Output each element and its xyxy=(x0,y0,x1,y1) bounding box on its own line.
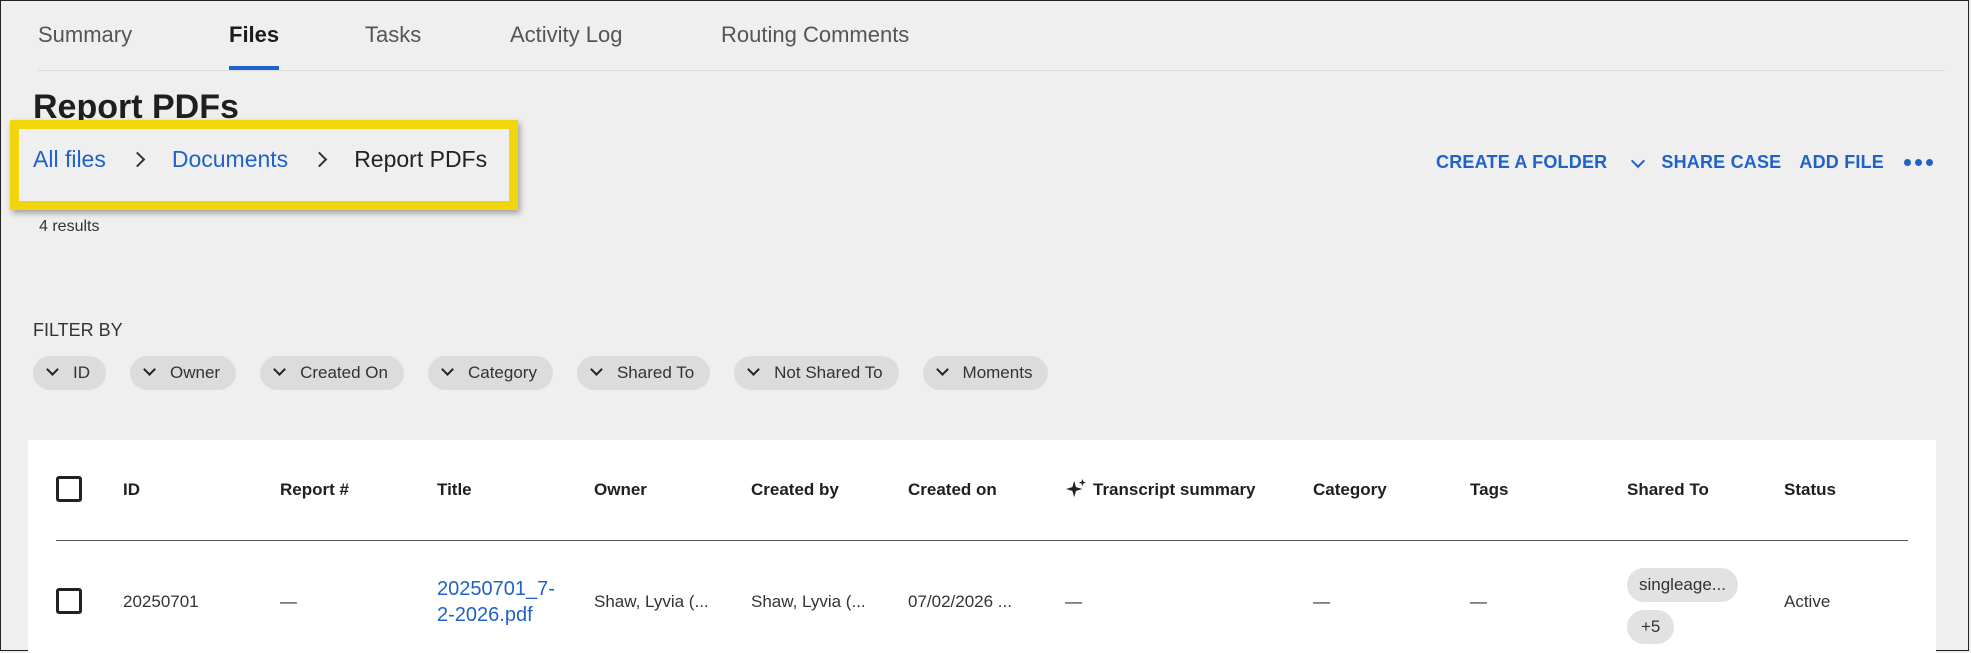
chevron-down-icon xyxy=(591,367,603,379)
column-header-tags[interactable]: Tags xyxy=(1470,480,1508,500)
tab-routing-comments[interactable]: Routing Comments xyxy=(721,22,909,48)
results-count: 4 results xyxy=(39,218,100,235)
chevron-down-icon xyxy=(47,367,59,379)
chevron-down-icon[interactable] xyxy=(1631,156,1645,170)
filter-label: Owner xyxy=(170,363,221,382)
create-folder-button[interactable]: CREATE A FOLDER xyxy=(1436,152,1607,173)
select-all-checkbox[interactable] xyxy=(56,476,82,502)
filter-label: Moments xyxy=(962,363,1033,382)
more-options-icon[interactable] xyxy=(1904,159,1933,166)
column-header-shared-to[interactable]: Shared To xyxy=(1627,480,1709,500)
cell-created-on: 07/02/2026 ... xyxy=(908,592,1012,611)
column-header-created-on[interactable]: Created on xyxy=(908,480,997,500)
title-line-2: 2-2026.pdf xyxy=(437,604,533,626)
cell-report: — xyxy=(280,592,297,611)
sparkle-icon xyxy=(1065,478,1087,498)
shared-to-pill[interactable]: singleage... xyxy=(1627,568,1738,602)
tab-bar: Summary Files Tasks Activity Log Routing… xyxy=(38,14,1945,71)
column-header-transcript-summary[interactable]: Transcript summary xyxy=(1065,478,1256,500)
cell-title-link[interactable]: 20250701_7- 2-2026.pdf xyxy=(437,576,555,628)
cell-id: 20250701 xyxy=(123,592,199,611)
tab-activity-log[interactable]: Activity Log xyxy=(510,22,623,48)
toolbar-actions: CREATE A FOLDER SHARE CASE ADD FILE xyxy=(1436,152,1933,173)
breadcrumb-current: Report PDFs xyxy=(354,146,488,172)
chevron-down-icon xyxy=(442,367,454,379)
chevron-down-icon xyxy=(274,367,286,379)
filter-label: Shared To xyxy=(616,363,695,382)
title-line-1: 20250701_7- xyxy=(437,578,555,600)
tab-tasks[interactable]: Tasks xyxy=(365,22,421,48)
filter-by-label: FILTER BY xyxy=(33,320,123,340)
cell-transcript-summary: — xyxy=(1065,592,1082,611)
chevron-right-icon xyxy=(310,149,332,171)
chevron-right-icon xyxy=(128,149,150,171)
filter-label: Created On xyxy=(300,363,388,382)
cell-tags: — xyxy=(1470,592,1487,611)
breadcrumb-documents[interactable]: Documents xyxy=(172,146,288,173)
column-header-status[interactable]: Status xyxy=(1784,480,1836,500)
breadcrumb-all-files[interactable]: All files xyxy=(33,146,106,173)
column-header-report[interactable]: Report # xyxy=(280,480,349,500)
chevron-down-icon xyxy=(144,367,156,379)
filter-category[interactable]: Category xyxy=(427,356,553,390)
filter-label: ID xyxy=(73,363,90,382)
filter-shared-to[interactable]: Shared To xyxy=(576,356,711,390)
cell-owner: Shaw, Lyvia (... xyxy=(594,592,709,611)
cell-created-by: Shaw, Lyvia (... xyxy=(751,592,866,611)
filter-moments[interactable]: Moments xyxy=(922,356,1049,390)
column-header-owner[interactable]: Owner xyxy=(594,480,647,500)
column-header-title[interactable]: Title xyxy=(437,480,472,500)
filter-owner[interactable]: Owner xyxy=(130,356,237,390)
filter-bar: ID Owner Created On Category Shared To N… xyxy=(33,356,1072,390)
filter-label: Not Shared To xyxy=(774,363,883,382)
column-header-category[interactable]: Category xyxy=(1313,480,1387,500)
files-table: ID Report # Title Owner Created by Creat… xyxy=(28,440,1936,653)
tab-summary[interactable]: Summary xyxy=(38,22,132,48)
filter-not-shared-to[interactable]: Not Shared To xyxy=(734,356,899,390)
filter-id[interactable]: ID xyxy=(33,356,106,390)
shared-to-more-pill[interactable]: +5 xyxy=(1627,610,1675,644)
chevron-down-icon xyxy=(937,367,949,379)
filter-created-on[interactable]: Created On xyxy=(260,356,404,390)
add-file-button[interactable]: ADD FILE xyxy=(1799,152,1884,173)
cell-status: Active xyxy=(1784,592,1831,611)
column-header-label: Transcript summary xyxy=(1093,480,1256,499)
cell-category: — xyxy=(1313,592,1330,611)
filter-label: Category xyxy=(467,363,537,382)
breadcrumb: All files Documents Report PDFs xyxy=(33,146,487,173)
column-header-id[interactable]: ID xyxy=(123,480,140,500)
share-case-button[interactable]: SHARE CASE xyxy=(1661,152,1781,173)
column-header-created-by[interactable]: Created by xyxy=(751,480,839,500)
header-divider xyxy=(56,540,1908,541)
row-checkbox[interactable] xyxy=(56,588,82,614)
chevron-down-icon xyxy=(748,367,760,379)
tab-files[interactable]: Files xyxy=(229,22,280,70)
